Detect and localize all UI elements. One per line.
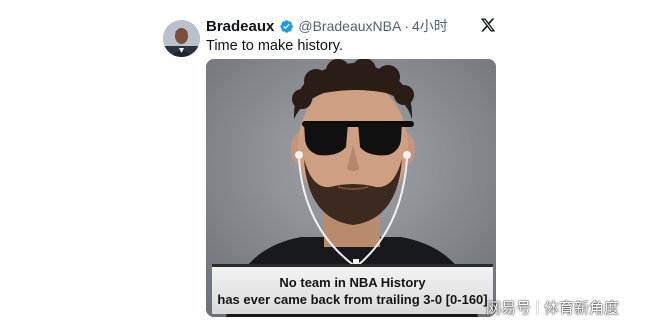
image-caption-banner: No team in NBA History has ever came bac… [212, 264, 493, 314]
author-name[interactable]: Bradeaux [206, 18, 274, 35]
source-watermark: 网易号 体育新角度 [486, 297, 619, 318]
author-handle[interactable]: @BradeauxNBA [298, 18, 401, 34]
avatar-image [163, 20, 200, 57]
watermark-channel: 体育新角度 [544, 300, 620, 317]
watermark-divider [537, 300, 539, 315]
meta-separator: · [404, 18, 409, 34]
tweet-media-image[interactable]: No team in NBA History has ever came bac… [206, 59, 496, 317]
verified-badge-icon [279, 19, 294, 34]
tweet-timestamp[interactable]: 4小时 [412, 16, 448, 36]
caption-line-1: No team in NBA History [279, 274, 426, 290]
tweet-text: Time to make history. [206, 38, 343, 54]
caption-line-2: has ever came back from trailing 3-0 [0-… [217, 291, 488, 307]
watermark-brand: 网易号 [486, 300, 532, 317]
author-avatar[interactable] [163, 20, 200, 57]
x-logo-icon[interactable] [480, 17, 496, 33]
tweet-card: Bradeaux @BradeauxNBA · 4小时 Time to make… [0, 0, 660, 327]
tweet-header: Bradeaux @BradeauxNBA · 4小时 [206, 16, 448, 36]
